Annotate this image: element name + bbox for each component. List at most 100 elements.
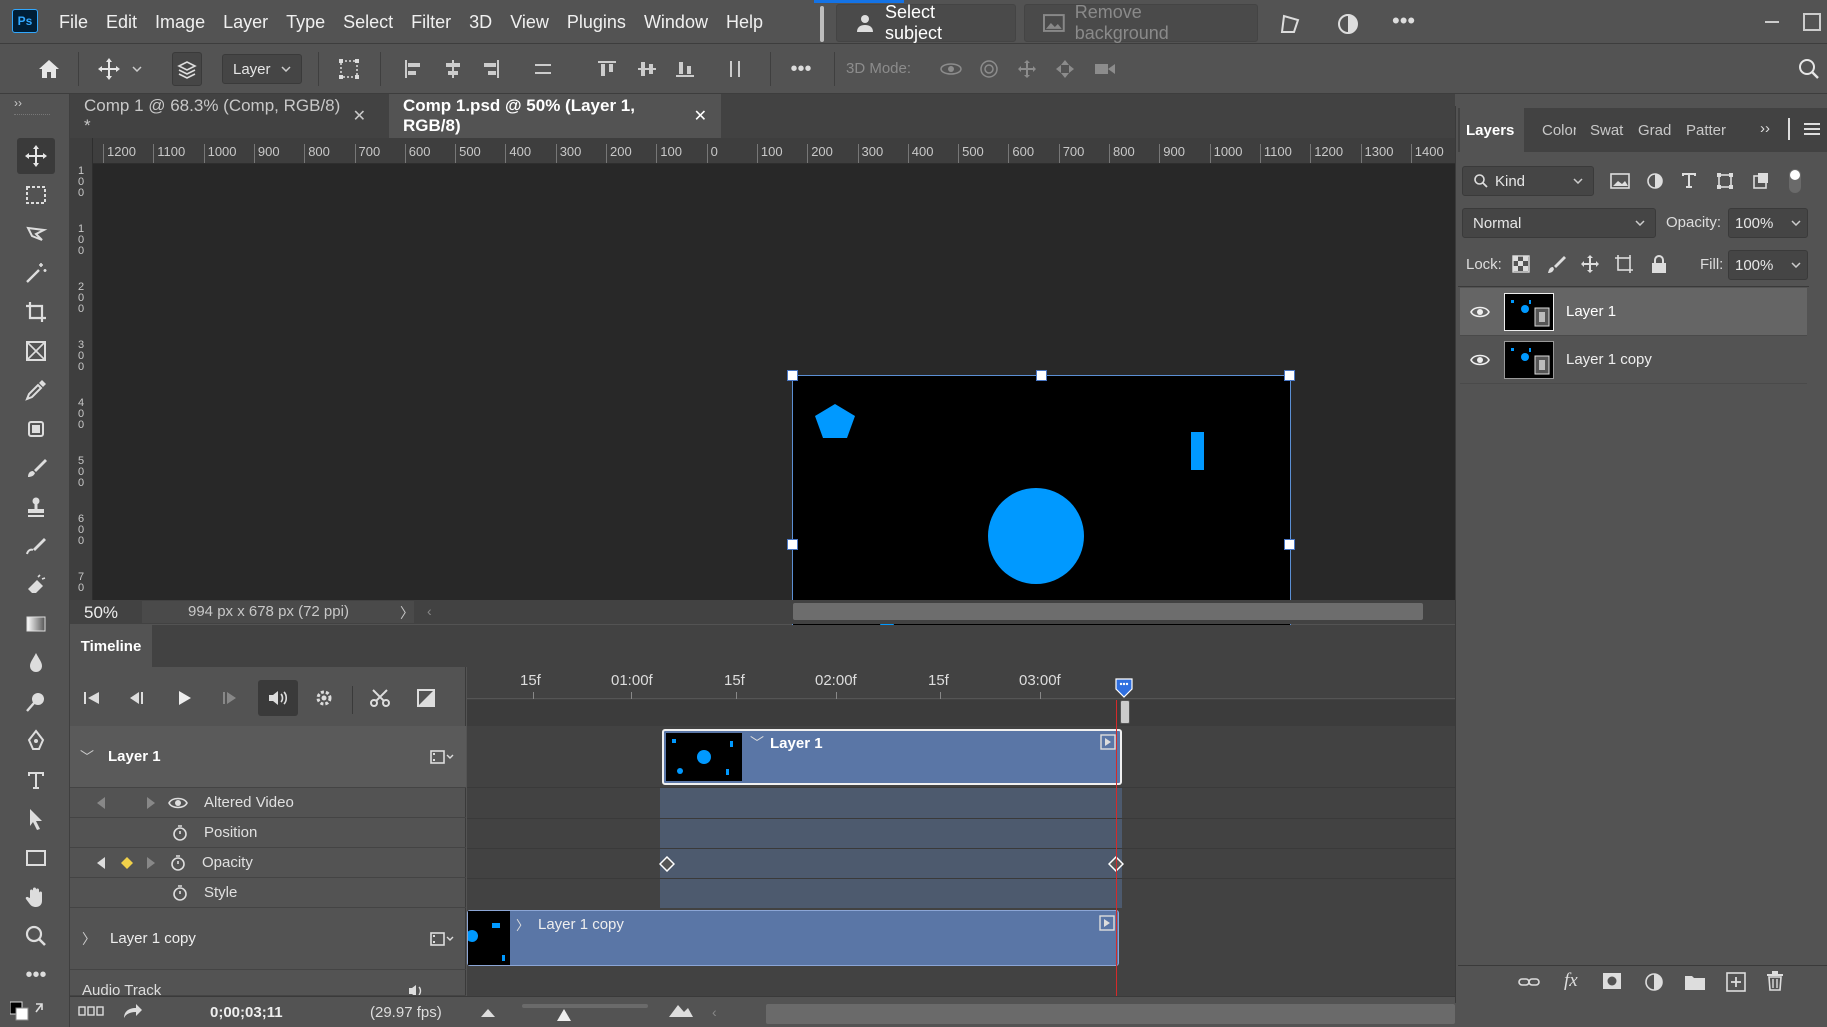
add-mask-icon[interactable] [1602, 972, 1622, 990]
menu-filter[interactable]: Filter [402, 0, 460, 44]
distribute-icon[interactable] [528, 52, 558, 86]
timeline-scrollbar-thumb[interactable] [766, 1004, 1455, 1024]
more-align-icon[interactable]: ••• [786, 52, 816, 86]
layer-row[interactable]: Layer 1 [1460, 288, 1807, 336]
zoom-tool-icon[interactable] [17, 918, 55, 954]
delete-layer-icon[interactable] [1766, 971, 1784, 991]
eye-icon[interactable] [1470, 353, 1492, 367]
align-center-h-icon[interactable] [438, 52, 468, 86]
prev-keyframe-icon[interactable] [96, 856, 106, 870]
stopwatch-icon[interactable] [172, 884, 188, 901]
transform-handle[interactable] [1284, 370, 1295, 381]
property-row-position[interactable]: Position [70, 818, 466, 848]
audio-track-row[interactable]: Audio Track [70, 970, 466, 996]
filter-kind-dropdown[interactable]: Kind [1462, 166, 1594, 196]
chevron-down-icon[interactable]: ﹀ [750, 733, 764, 753]
clip-menu-icon[interactable] [1099, 915, 1115, 931]
scroll-left-icon[interactable]: ‹ [712, 1004, 717, 1020]
zoom-slider-track[interactable] [522, 1004, 648, 1008]
fx-icon[interactable]: fx [1564, 970, 1578, 992]
align-right-icon[interactable] [476, 52, 506, 86]
work-area-end-handle[interactable] [1120, 700, 1130, 724]
more-options-icon[interactable]: ••• [1392, 8, 1415, 34]
adjust-icon[interactable] [1336, 12, 1360, 36]
history-brush-tool-icon[interactable] [17, 528, 55, 564]
menu-edit[interactable]: Edit [97, 0, 146, 44]
chevron-right-icon[interactable]: 〉 [82, 929, 96, 949]
property-row-opacity[interactable]: Opacity [70, 848, 466, 878]
new-layer-icon[interactable] [1726, 972, 1746, 992]
filter-toggle-icon[interactable] [1788, 168, 1802, 194]
eye-icon[interactable] [1470, 305, 1492, 319]
tab-color[interactable]: Color [1536, 108, 1576, 152]
tab-swatches[interactable]: Swat [1584, 108, 1628, 152]
transition-icon[interactable] [406, 680, 446, 716]
lock-artboard-icon[interactable] [1614, 254, 1634, 274]
search-icon[interactable] [1794, 52, 1824, 86]
menu-layer[interactable]: Layer [214, 0, 277, 44]
prev-keyframe-icon[interactable] [96, 796, 106, 810]
align-left-icon[interactable] [398, 52, 428, 86]
next-keyframe-icon[interactable] [146, 856, 156, 870]
warp-icon[interactable] [1278, 12, 1302, 36]
speaker-icon[interactable] [408, 984, 426, 995]
document-info[interactable]: 994 px x 678 px (72 ppi) [188, 603, 349, 620]
filter-adjustment-icon[interactable] [1646, 172, 1664, 190]
film-strip-icon[interactable] [430, 749, 454, 765]
distribute-v-icon[interactable] [720, 52, 750, 86]
split-at-playhead-icon[interactable] [360, 680, 400, 716]
vertical-ruler[interactable]: 1 0 0 1 0 0 2 0 0 3 0 0 4 0 0 5 0 0 6 0 0 7 0 [70, 138, 93, 600]
rectangle-tool-icon[interactable] [17, 840, 55, 876]
frame-tool-icon[interactable] [17, 333, 55, 369]
healing-brush-tool-icon[interactable] [17, 411, 55, 447]
magic-wand-tool-icon[interactable] [17, 255, 55, 291]
play-icon[interactable] [164, 680, 204, 716]
tab-comp-1[interactable]: Comp 1 @ 68.3% (Comp, RGB/8) * ✕ [70, 94, 380, 138]
tab-comp-1-psd[interactable]: Comp 1.psd @ 50% (Layer 1, RGB/8) ✕ [389, 94, 721, 138]
transform-handle[interactable] [1284, 539, 1295, 550]
render-arrow-icon[interactable] [122, 1002, 144, 1020]
property-row-altered-video[interactable]: Altered Video [70, 788, 466, 818]
3d-roll-icon[interactable] [974, 52, 1004, 86]
brush-tool-icon[interactable] [17, 450, 55, 486]
chevron-right-icon[interactable]: 〉 [516, 915, 529, 934]
zoom-in-mountain-icon[interactable] [668, 1002, 694, 1018]
filter-smart-object-icon[interactable] [1752, 172, 1770, 190]
filter-type-icon[interactable] [1680, 171, 1698, 189]
tab-layers[interactable]: Layers [1460, 108, 1524, 152]
lock-pixels-icon[interactable] [1546, 254, 1566, 274]
marquee-tool-icon[interactable] [17, 177, 55, 213]
next-keyframe-icon[interactable] [146, 796, 156, 810]
horizontal-ruler[interactable]: 1200 1100 1000 900 800 700 600 500 400 300 200 100 0… [93, 138, 1455, 164]
3d-camera-icon[interactable] [1090, 52, 1120, 86]
pen-tool-icon[interactable] [17, 723, 55, 759]
layer-name[interactable]: Layer 1 [1566, 303, 1616, 320]
transform-handle[interactable] [787, 539, 798, 550]
align-center-v-icon[interactable] [632, 52, 662, 86]
menu-select[interactable]: Select [334, 0, 402, 44]
more-tabs-icon[interactable]: ›› [1760, 120, 1770, 137]
menu-plugins[interactable]: Plugins [558, 0, 635, 44]
video-clip[interactable]: ﹀ Layer 1 [662, 729, 1122, 785]
select-subject-button[interactable]: Select subject [836, 2, 1016, 43]
opacity-input[interactable]: 100% [1728, 208, 1808, 238]
transform-handle[interactable] [1036, 370, 1047, 381]
hand-tool-icon[interactable] [17, 879, 55, 915]
lock-position-icon[interactable] [1580, 254, 1600, 274]
lock-all-icon[interactable] [1650, 254, 1668, 274]
filter-shape-icon[interactable] [1716, 172, 1734, 190]
tab-gradients[interactable]: Grad [1632, 108, 1676, 152]
menu-3d[interactable]: 3D [460, 0, 501, 44]
new-adjustment-icon[interactable] [1644, 972, 1664, 992]
align-bottom-icon[interactable] [670, 52, 700, 86]
zoom-out-mountain-icon[interactable] [480, 1006, 496, 1018]
auto-select-dropdown[interactable]: Layer [222, 54, 302, 84]
eraser-tool-icon[interactable] [17, 567, 55, 603]
property-row-style[interactable]: Style [70, 878, 466, 908]
clone-stamp-tool-icon[interactable] [17, 489, 55, 525]
layer-name[interactable]: Layer 1 copy [1566, 351, 1652, 368]
transform-handle[interactable] [787, 370, 798, 381]
home-icon[interactable] [34, 52, 64, 86]
3d-orbit-icon[interactable] [936, 52, 966, 86]
video-clip[interactable]: 〉 Layer 1 copy [467, 910, 1119, 966]
